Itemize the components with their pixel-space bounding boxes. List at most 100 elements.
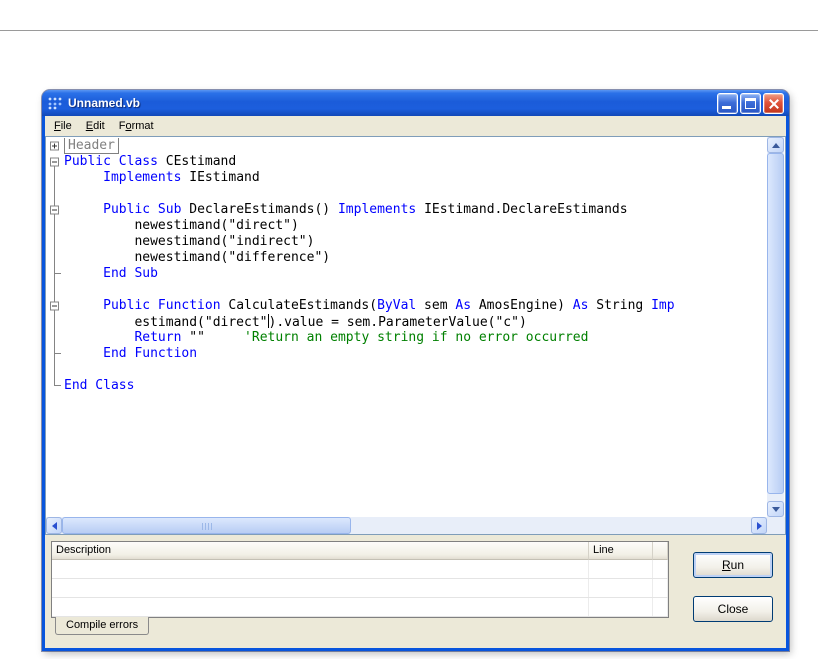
fold-gutter: [46, 186, 64, 202]
error-table-body: [52, 560, 668, 617]
scrollbar-corner: [767, 517, 785, 534]
code-line: estimand("direct").value = sem.Parameter…: [46, 314, 767, 330]
code-line: [46, 282, 767, 298]
code-text: Public Sub DeclareEstimands() Implements…: [103, 202, 628, 217]
vertical-scroll-thumb[interactable]: [767, 153, 784, 494]
page-rule: [0, 30, 818, 31]
fold-gutter: [46, 138, 64, 154]
collapse-fold-icon[interactable]: [50, 301, 59, 311]
code-editor[interactable]: Header Public Class CEstimand Implements …: [46, 137, 767, 517]
code-line: End Function: [46, 346, 767, 362]
scroll-right-button[interactable]: [751, 517, 767, 534]
menu-file[interactable]: File: [47, 118, 79, 134]
column-header-line[interactable]: Line: [589, 542, 653, 560]
arrow-right-icon: [756, 521, 762, 530]
fold-gutter: [46, 266, 64, 282]
code-line: Header: [46, 138, 767, 154]
column-header-stub: [653, 542, 668, 560]
fold-gutter: [46, 378, 64, 394]
vertical-scrollbar[interactable]: [767, 137, 784, 517]
collapse-fold-icon[interactable]: [50, 205, 59, 215]
fold-gutter: [46, 282, 64, 298]
fold-gutter: [46, 170, 64, 186]
fold-gutter: [46, 218, 64, 234]
column-header-description[interactable]: Description: [52, 542, 589, 560]
scroll-up-button[interactable]: [767, 137, 784, 153]
code-text: Public Function CalculateEstimands(ByVal…: [103, 298, 675, 313]
horizontal-scrollbar[interactable]: [46, 517, 767, 534]
code-line: [46, 362, 767, 378]
horizontal-scroll-thumb[interactable]: [62, 517, 352, 534]
code-text: End Function: [103, 346, 198, 361]
code-line: Public Sub DeclareEstimands() Implements…: [46, 202, 767, 218]
code-line: newestimand("direct"): [46, 218, 767, 234]
code-line: Return "" 'Return an empty string if no …: [46, 330, 767, 346]
code-text: newestimand("indirect"): [64, 234, 315, 249]
maximize-button[interactable]: [740, 92, 761, 114]
title-bar[interactable]: Unnamed.vb: [42, 90, 789, 116]
minimize-icon: [722, 105, 731, 109]
code-text: newestimand("difference"): [64, 250, 331, 265]
scroll-down-button[interactable]: [767, 501, 784, 517]
window-icon[interactable]: [47, 95, 63, 111]
code-line: Implements IEstimand: [46, 170, 767, 186]
code-line: newestimand("indirect"): [46, 234, 767, 250]
menu-format[interactable]: Format: [112, 118, 161, 134]
code-text: estimand("direct").value = sem.Parameter…: [64, 314, 527, 330]
caption-buttons: [717, 92, 784, 114]
compile-errors-panel: Description Line Compile errors Run Clos…: [45, 535, 786, 648]
code-text: End Class: [64, 378, 135, 393]
expand-fold-icon[interactable]: [50, 141, 59, 151]
maximize-icon: [745, 97, 756, 109]
code-line: Public Class CEstimand: [46, 154, 767, 170]
error-row: [52, 560, 668, 579]
vertical-scroll-track[interactable]: [767, 153, 784, 501]
program-editor-window: Unnamed.vb File Edit Format Header Public…: [42, 90, 789, 651]
fold-gutter: [46, 234, 64, 250]
fold-gutter: [46, 154, 64, 170]
code-line: End Class: [46, 378, 767, 394]
arrow-down-icon: [771, 506, 780, 512]
code-lines: Header Public Class CEstimand Implements …: [46, 138, 767, 394]
scroll-left-button[interactable]: [46, 517, 62, 534]
code-text: End Sub: [103, 266, 158, 281]
fold-gutter: [46, 330, 64, 346]
page-background: Unnamed.vb File Edit Format Header Public…: [0, 0, 818, 659]
editor-frame: Header Public Class CEstimand Implements …: [45, 136, 786, 535]
run-button[interactable]: Run: [693, 552, 773, 578]
horizontal-scroll-track[interactable]: [62, 517, 751, 534]
fold-gutter: [46, 250, 64, 266]
arrow-left-icon: [51, 521, 57, 530]
code-line: [46, 186, 767, 202]
menu-edit[interactable]: Edit: [79, 118, 112, 134]
window-client-area: File Edit Format Header Public Class CEst…: [45, 116, 786, 648]
window-title: Unnamed.vb: [68, 96, 141, 110]
close-dialog-button[interactable]: Close: [693, 596, 773, 622]
code-text: Implements IEstimand: [103, 170, 260, 185]
close-window-button[interactable]: [763, 92, 784, 114]
tab-compile-errors[interactable]: Compile errors: [55, 617, 150, 635]
error-table-header: Description Line: [52, 542, 668, 560]
minimize-button[interactable]: [717, 92, 738, 114]
code-line: End Sub: [46, 266, 767, 282]
code-text: Return "" 'Return an empty string if no …: [134, 330, 589, 345]
code-text: Public Class CEstimand: [64, 154, 237, 169]
error-row: [52, 598, 668, 617]
fold-gutter: [46, 298, 64, 314]
fold-gutter: [46, 314, 64, 330]
fold-gutter: [46, 202, 64, 218]
collapse-fold-icon[interactable]: [50, 157, 59, 167]
fold-gutter: [46, 346, 64, 362]
error-row: [52, 579, 668, 598]
code-line: newestimand("difference"): [46, 250, 767, 266]
arrow-up-icon: [771, 142, 780, 148]
error-table: Description Line: [51, 541, 669, 618]
menu-bar: File Edit Format: [45, 116, 786, 136]
code-text: Header: [64, 138, 767, 154]
code-line: Public Function CalculateEstimands(ByVal…: [46, 298, 767, 314]
code-text: newestimand("direct"): [64, 218, 299, 233]
fold-gutter: [46, 362, 64, 378]
